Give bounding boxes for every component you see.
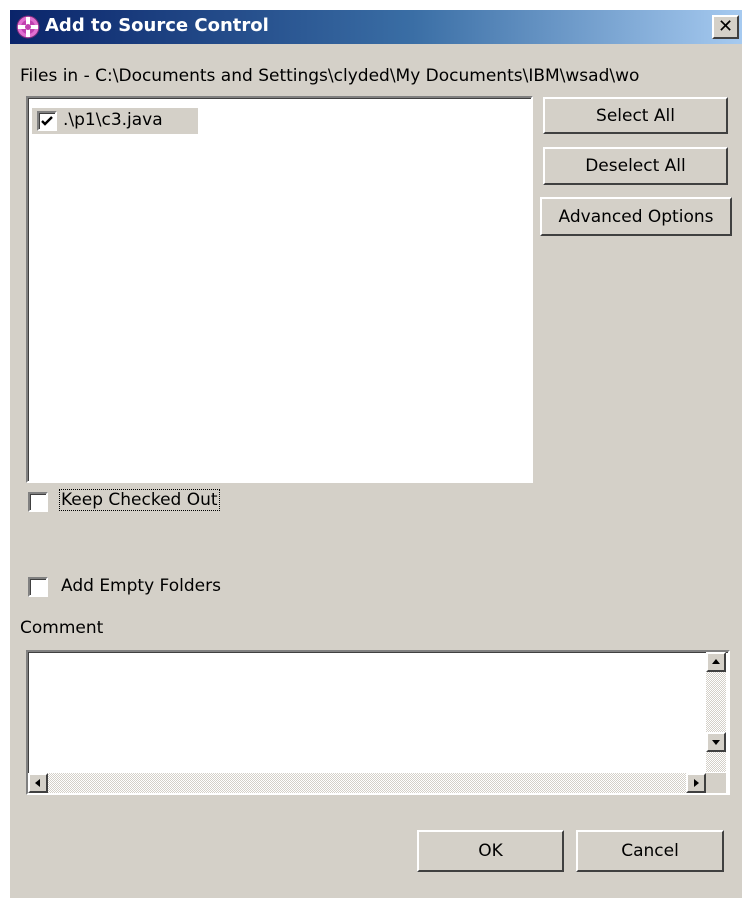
file-list-item[interactable]: .\p1\c3.java <box>32 108 198 134</box>
horizontal-scrollbar[interactable] <box>28 773 706 793</box>
select-all-button[interactable]: Select All <box>543 97 728 134</box>
comment-textarea[interactable] <box>26 650 730 795</box>
comment-label: Comment <box>20 618 104 638</box>
add-empty-folders-checkbox[interactable] <box>28 577 48 597</box>
scroll-down-button[interactable] <box>706 732 726 752</box>
files-in-label: Files in - C:\Documents and Settings\cly… <box>20 66 640 86</box>
cancel-button[interactable]: Cancel <box>576 830 724 872</box>
title-bar[interactable]: Add to Source Control ✕ <box>10 10 742 44</box>
close-icon: ✕ <box>717 16 734 37</box>
close-button[interactable]: ✕ <box>712 15 739 39</box>
keep-checked-out-label[interactable]: Keep Checked Out <box>59 489 220 511</box>
scrollbar-corner <box>706 773 726 793</box>
file-list[interactable]: .\p1\c3.java <box>26 96 533 483</box>
advanced-options-button[interactable]: Advanced Options <box>540 197 732 236</box>
file-name: .\p1\c3.java <box>63 110 163 130</box>
check-icon <box>41 116 53 126</box>
add-empty-folders-label[interactable]: Add Empty Folders <box>61 576 221 596</box>
file-checkbox[interactable] <box>37 111 57 131</box>
deselect-all-button[interactable]: Deselect All <box>543 147 728 185</box>
scroll-up-button[interactable] <box>706 652 726 672</box>
scroll-right-button[interactable] <box>686 773 706 793</box>
eclipse-dialog-icon <box>16 15 40 39</box>
scroll-left-button[interactable] <box>28 773 48 793</box>
arrow-down-icon <box>712 740 720 745</box>
ok-button[interactable]: OK <box>417 830 564 872</box>
dialog-title: Add to Source Control <box>45 15 269 36</box>
keep-checked-out-checkbox[interactable] <box>28 492 48 512</box>
add-to-source-control-dialog: Add to Source Control ✕ Files in - C:\Do… <box>10 10 742 898</box>
arrow-up-icon <box>712 659 720 664</box>
arrow-left-icon <box>35 779 40 787</box>
arrow-right-icon <box>694 779 699 787</box>
